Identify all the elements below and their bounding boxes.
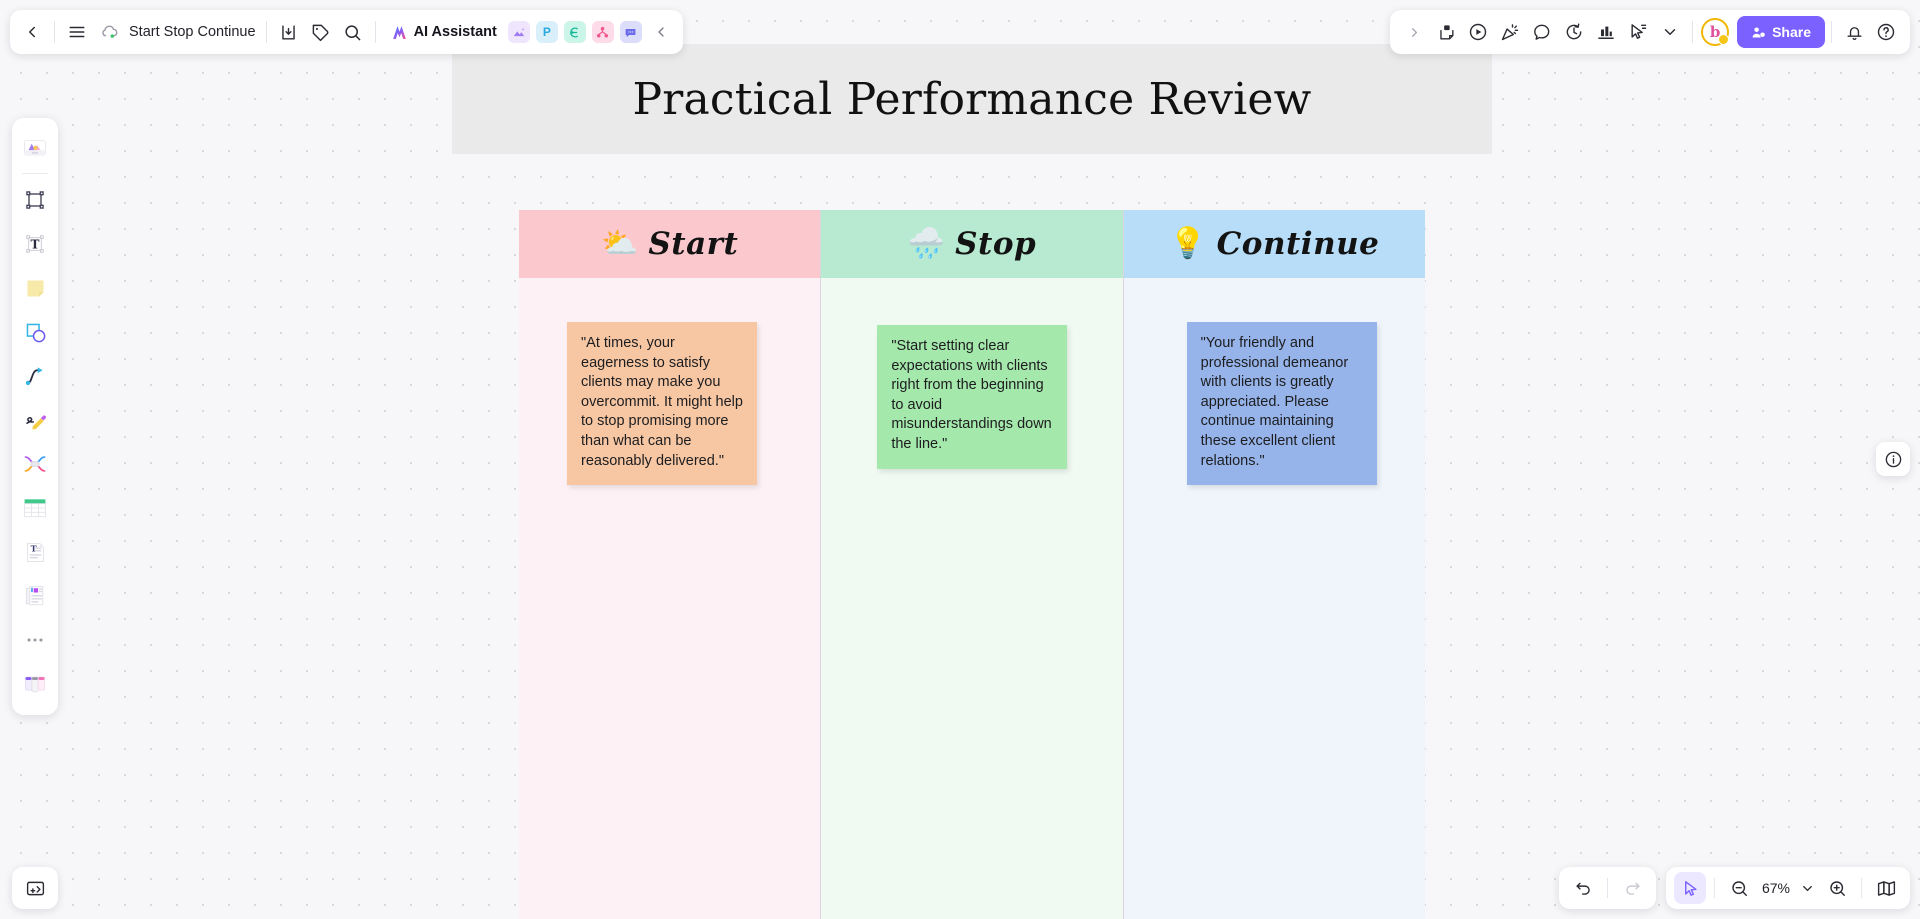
menu-button[interactable] <box>61 16 93 48</box>
svg-text:T: T <box>31 238 40 252</box>
lightbulb-icon: 💡 <box>1169 227 1207 260</box>
redo-button[interactable] <box>1616 872 1648 904</box>
cloud-sync-icon <box>93 16 125 48</box>
column-label-stop: Stop <box>955 226 1037 262</box>
zoom-out-button[interactable] <box>1723 872 1755 904</box>
column-start[interactable]: ⛅ Start "At times, your eagerness to satis… <box>519 210 821 919</box>
column-body-continue[interactable]: "Your friendly and professional demeanor… <box>1123 278 1425 919</box>
pen-tool[interactable] <box>16 399 54 441</box>
collapse-toolbar-button[interactable] <box>645 16 677 48</box>
start-stop-continue-grid: ⛅ Start "At times, your eagerness to satis… <box>519 210 1425 919</box>
play-circle-icon[interactable] <box>1462 16 1494 48</box>
help-icon[interactable] <box>1870 16 1902 48</box>
textbox-tool[interactable]: T <box>16 531 54 573</box>
column-label-continue: Continue <box>1216 226 1380 262</box>
sticky-note-tool[interactable] <box>16 267 54 309</box>
divider <box>374 21 376 43</box>
top-toolbar: Start Stop Continue AI Assistant P <box>10 10 683 54</box>
back-button[interactable] <box>16 16 48 48</box>
sticky-lock-icon[interactable] <box>1430 16 1462 48</box>
mindmap-app[interactable] <box>591 21 614 43</box>
import-button[interactable] <box>273 16 305 48</box>
upload-button[interactable] <box>12 867 58 909</box>
divider <box>1607 878 1608 898</box>
divider <box>1861 878 1862 898</box>
divider <box>1714 878 1715 898</box>
share-button[interactable]: Share <box>1737 16 1825 48</box>
zoom-controls: 67% <box>1666 867 1910 909</box>
top-right-toolbar: b Share <box>1390 10 1910 54</box>
bottom-right-controls: 67% <box>1559 867 1910 909</box>
column-body-start[interactable]: "At times, your eagerness to satisfy cli… <box>519 278 821 919</box>
history-controls <box>1559 867 1656 909</box>
chevron-down-icon[interactable] <box>1654 16 1686 48</box>
divider <box>22 173 48 174</box>
left-toolbar: T T <box>12 118 58 715</box>
column-continue[interactable]: 💡 Continue "Your friendly and professional… <box>1122 210 1425 919</box>
ai-sparkle-icon <box>390 23 409 42</box>
undo-button[interactable] <box>1567 872 1599 904</box>
text-tool[interactable]: T <box>16 223 54 265</box>
expand-toolbar-button[interactable] <box>1398 16 1430 48</box>
column-header-stop: 🌧️ Stop <box>821 210 1123 278</box>
file-name[interactable]: Start Stop Continue <box>125 24 260 40</box>
zoom-level-value[interactable]: 67% <box>1759 880 1793 896</box>
shapes-tool[interactable] <box>16 311 54 353</box>
avatar[interactable]: b <box>1701 18 1730 46</box>
minimap-button[interactable] <box>1870 872 1902 904</box>
mindmap-tool[interactable] <box>16 443 54 485</box>
presenter-cursor-icon[interactable] <box>1622 16 1654 48</box>
sticky-note[interactable]: "Your friendly and professional demeanor… <box>1186 322 1377 486</box>
vote-chart-icon[interactable] <box>1590 16 1622 48</box>
timer-icon[interactable] <box>1558 16 1590 48</box>
comment-bubble-icon[interactable] <box>1526 16 1558 48</box>
ai-assistant-label: AI Assistant <box>413 24 497 40</box>
column-body-stop[interactable]: "Start setting clear expectations with c… <box>821 278 1123 919</box>
page-title: Practical Performance Review <box>632 73 1312 125</box>
app-shortcuts: P <box>505 21 645 43</box>
share-person-icon <box>1751 25 1766 40</box>
templates-tool[interactable] <box>16 126 54 168</box>
rain-cloud-icon: 🌧️ <box>907 227 946 260</box>
sun-behind-cloud-icon: ⛅ <box>601 227 639 260</box>
zoom-dropdown-button[interactable] <box>1797 872 1817 904</box>
column-label-start: Start <box>648 226 739 262</box>
app-root: Practical Performance Review ⛅ Start "At t… <box>0 0 1920 919</box>
presentation-app[interactable]: P <box>535 21 558 43</box>
sticky-note[interactable]: "Start setting clear expectations with c… <box>877 325 1068 469</box>
flowchart-app[interactable] <box>563 21 586 43</box>
frame-tool[interactable] <box>16 179 54 221</box>
document-tool[interactable] <box>16 575 54 617</box>
divider <box>1831 21 1832 43</box>
divider <box>54 21 55 43</box>
more-tools[interactable] <box>16 619 54 661</box>
board-canvas[interactable]: Practical Performance Review ⛅ Start "At t… <box>0 0 1920 919</box>
board-title-frame[interactable]: Practical Performance Review <box>452 44 1492 154</box>
search-button[interactable] <box>337 16 369 48</box>
board-info-button[interactable] <box>1876 442 1910 476</box>
select-tool-button[interactable] <box>1674 872 1706 904</box>
party-popper-icon[interactable] <box>1494 16 1526 48</box>
divider <box>1692 21 1694 43</box>
kanban-tool[interactable] <box>16 663 54 705</box>
column-header-continue: 💡 Continue <box>1123 210 1425 278</box>
tag-button[interactable] <box>305 16 337 48</box>
table-tool[interactable] <box>16 487 54 529</box>
ai-assistant-button[interactable]: AI Assistant <box>382 16 505 48</box>
comments-app[interactable] <box>619 21 642 43</box>
connector-tool[interactable] <box>16 355 54 397</box>
column-stop[interactable]: 🌧️ Stop "Start setting clear expectations … <box>820 210 1123 919</box>
divider <box>265 21 267 43</box>
column-header-start: ⛅ Start <box>519 210 821 278</box>
share-label: Share <box>1772 24 1811 40</box>
sticky-note[interactable]: "At times, your eagerness to satisfy cli… <box>567 322 757 486</box>
notifications-bell-icon[interactable] <box>1838 16 1870 48</box>
image-generator-app[interactable] <box>507 21 530 43</box>
zoom-in-button[interactable] <box>1821 872 1853 904</box>
